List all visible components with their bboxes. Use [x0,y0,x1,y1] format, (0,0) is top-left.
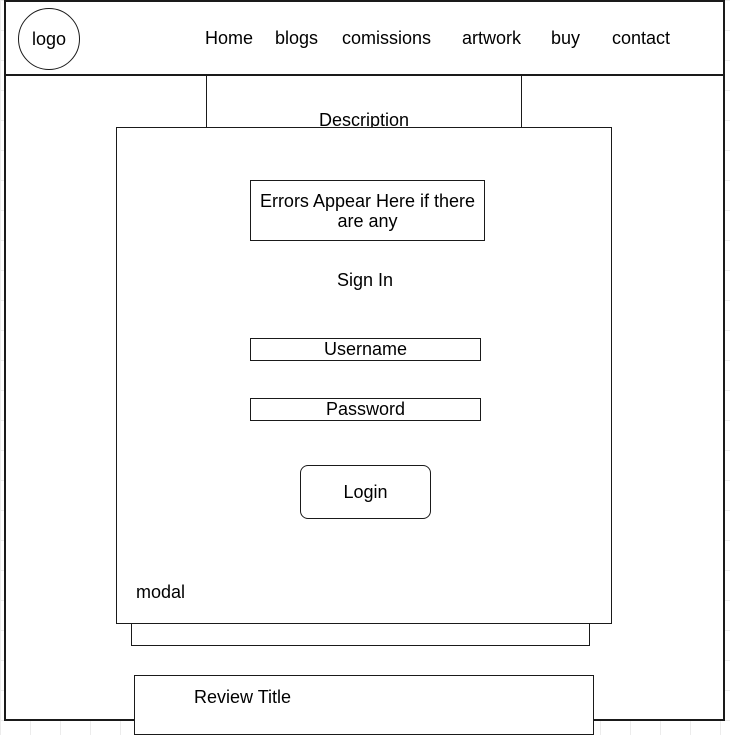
error-message-box: Errors Appear Here if there are any [250,180,485,241]
nav-contact[interactable]: contact [612,27,670,49]
nav-comissions[interactable]: comissions [342,27,431,49]
nav-home[interactable]: Home [205,27,253,49]
username-input[interactable]: Username [250,338,481,361]
nav-artwork[interactable]: artwork [462,27,521,49]
logo[interactable]: logo [18,8,80,70]
sign-in-title: Sign In [336,270,394,290]
modal-caption: modal [136,582,186,602]
password-input[interactable]: Password [250,398,481,421]
nav-blogs[interactable]: blogs [275,27,318,49]
login-button[interactable]: Login [300,465,431,519]
nav-buy[interactable]: buy [551,27,580,49]
review-title: Review Title [194,687,292,707]
